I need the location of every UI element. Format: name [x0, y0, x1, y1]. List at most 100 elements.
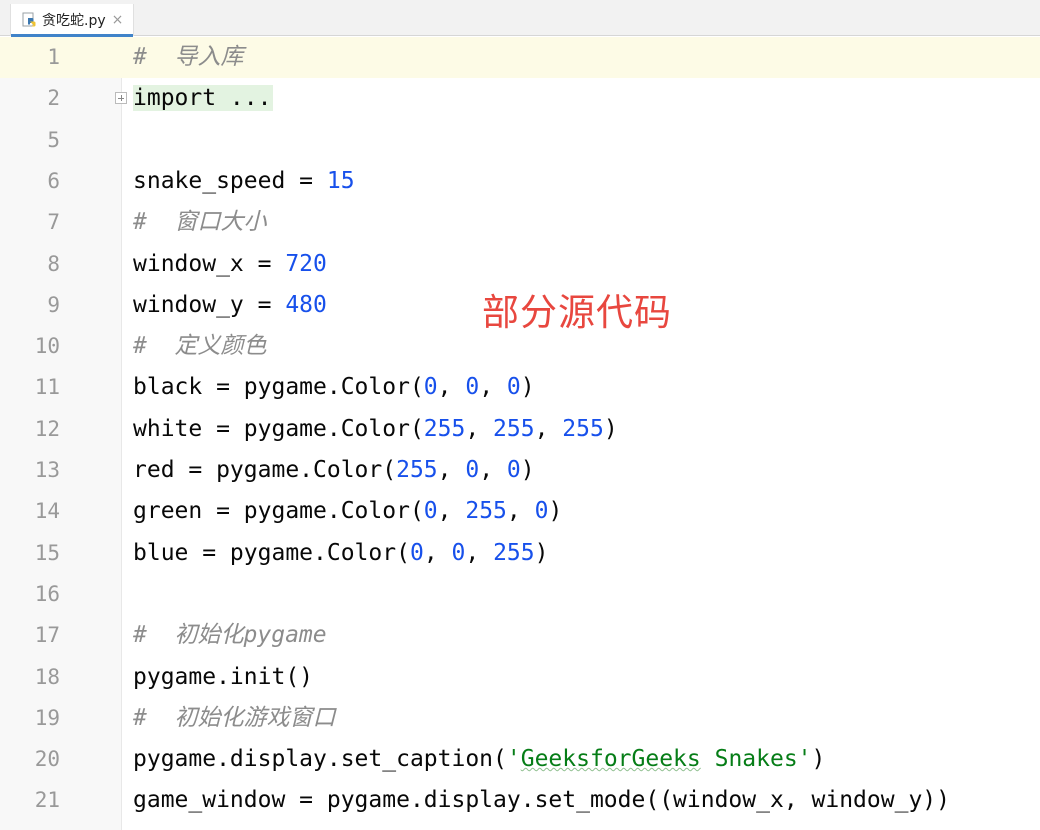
- code-token: ,: [534, 415, 563, 442]
- code-token: pygame.display.set_caption(: [133, 746, 507, 773]
- code-token: ,: [437, 498, 466, 525]
- line-number: 12: [34, 416, 60, 441]
- code-token: ): [520, 457, 535, 483]
- code-text: window_y = 480: [133, 285, 327, 326]
- code-token: window_x =: [133, 250, 286, 277]
- editor-tab-bar: 贪吃蛇.py ×: [0, 0, 1040, 37]
- close-icon[interactable]: ×: [112, 12, 124, 28]
- line-number: 1: [47, 45, 60, 69]
- line-number: 19: [34, 705, 60, 730]
- code-token: ): [603, 415, 618, 442]
- code-token: # 初始化pygame: [133, 622, 327, 649]
- code-token: GeeksforGeeks: [520, 746, 701, 773]
- code-line[interactable]: 8 window_x = 720: [0, 244, 1040, 285]
- code-line[interactable]: 19 # 初始化游戏窗口: [0, 698, 1040, 739]
- code-token: Snakes': [700, 746, 812, 773]
- code-token: # 窗口大小: [133, 209, 267, 236]
- line-number: 16: [34, 581, 60, 606]
- line-number: 6: [47, 168, 60, 193]
- code-line[interactable]: 6 snake_speed = 15: [0, 161, 1040, 202]
- code-token: ': [506, 746, 521, 773]
- tab-label: 贪吃蛇.py: [42, 13, 106, 29]
- line-number: 7: [47, 210, 60, 235]
- code-editor[interactable]: 1 # 导入库 2 import ... 5 6 snake_speed = 15 7 # 窗口…: [0, 37, 1040, 830]
- code-token: # 定义颜色: [133, 333, 267, 360]
- line-number: 17: [34, 623, 60, 648]
- code-token: green = pygame.Color(: [133, 498, 424, 525]
- code-token: 720: [285, 250, 327, 277]
- code-token: ,: [479, 374, 507, 401]
- code-token: 0: [409, 539, 424, 566]
- code-text: # 导入库: [133, 37, 244, 78]
- code-token: ,: [423, 539, 452, 566]
- code-line[interactable]: 7 # 窗口大小: [0, 202, 1040, 243]
- code-token: ): [811, 746, 826, 773]
- code-token: 255: [396, 457, 438, 483]
- code-line[interactable]: 15 blue = pygame.Color(0, 0, 255): [0, 533, 1040, 574]
- line-number: 2: [47, 86, 60, 111]
- code-text: white = pygame.Color(255, 255, 255): [133, 409, 618, 450]
- code-token: 0: [423, 374, 438, 401]
- code-line[interactable]: 5: [0, 120, 1040, 161]
- code-token: ,: [479, 457, 507, 483]
- code-line[interactable]: 16: [0, 574, 1040, 615]
- code-text: # 窗口大小: [133, 202, 267, 243]
- code-text: game_window = pygame.display.set_mode((w…: [133, 780, 950, 821]
- line-number: 9: [47, 292, 60, 317]
- code-text: window_x = 720: [133, 244, 327, 285]
- code-text: # 初始化pygame: [133, 615, 327, 656]
- code-token: # 导入库: [133, 44, 244, 70]
- code-text: black = pygame.Color(0, 0, 0): [133, 367, 535, 408]
- code-line[interactable]: 17 # 初始化pygame: [0, 615, 1040, 656]
- code-token: game_window = pygame.display.set_mode((w…: [133, 787, 950, 814]
- line-number: 20: [34, 747, 60, 772]
- code-line[interactable]: 13 red = pygame.Color(255, 0, 0): [0, 450, 1040, 491]
- code-token: white = pygame.Color(: [133, 415, 424, 442]
- code-line[interactable]: 2 import ...: [0, 78, 1040, 119]
- code-token: 0: [506, 457, 521, 483]
- line-number: 10: [34, 334, 60, 359]
- fold-expand-icon[interactable]: [115, 92, 127, 105]
- code-token: pygame.init(): [133, 663, 314, 690]
- code-token: 255: [423, 415, 466, 442]
- code-line[interactable]: 18 pygame.init(): [0, 657, 1040, 698]
- code-token: ): [520, 374, 535, 401]
- code-token: window_y =: [133, 291, 286, 318]
- code-token: ,: [465, 415, 494, 442]
- line-number: 15: [34, 540, 60, 565]
- code-token: ,: [465, 539, 494, 566]
- code-text: red = pygame.Color(255, 0, 0): [133, 450, 535, 491]
- code-token: # 初始化游戏窗口: [133, 704, 336, 731]
- code-line[interactable]: 20 pygame.display.set_caption('GeeksforGe…: [0, 739, 1040, 780]
- python-file-icon: [21, 12, 37, 28]
- code-token: snake_speed =: [133, 167, 327, 194]
- line-number: 21: [34, 788, 60, 813]
- code-token: 255: [493, 539, 535, 566]
- code-token: 255: [465, 498, 507, 525]
- code-line[interactable]: 14 green = pygame.Color(0, 255, 0): [0, 491, 1040, 532]
- code-text: # 定义颜色: [133, 326, 267, 367]
- code-line[interactable]: 11 black = pygame.Color(0, 0, 0): [0, 367, 1040, 408]
- code-token: ): [548, 498, 563, 525]
- code-token: 0: [465, 374, 480, 401]
- code-token: blue = pygame.Color(: [133, 539, 410, 566]
- code-line[interactable]: 1 # 导入库: [0, 37, 1040, 78]
- line-number: 5: [47, 127, 60, 152]
- code-text: import ...: [133, 78, 274, 119]
- code-token: ,: [506, 498, 535, 525]
- code-text: green = pygame.Color(0, 255, 0): [133, 491, 562, 532]
- code-token: 480: [285, 291, 327, 318]
- code-token: import ...: [133, 85, 274, 112]
- line-number: 14: [34, 499, 60, 524]
- code-token: red = pygame.Color(: [133, 457, 397, 483]
- code-token: ,: [437, 457, 466, 483]
- tab-file[interactable]: 贪吃蛇.py ×: [10, 4, 135, 37]
- code-text: pygame.init(): [133, 657, 313, 698]
- code-token: 0: [534, 498, 549, 525]
- code-token: 0: [465, 457, 480, 483]
- code-line[interactable]: 21 game_window = pygame.display.set_mode(…: [0, 780, 1040, 821]
- code-line[interactable]: 12 white = pygame.Color(255, 255, 255): [0, 409, 1040, 450]
- line-number: 11: [34, 375, 60, 400]
- line-number: 8: [47, 251, 60, 276]
- overlay-caption: 部分源代码: [482, 291, 672, 334]
